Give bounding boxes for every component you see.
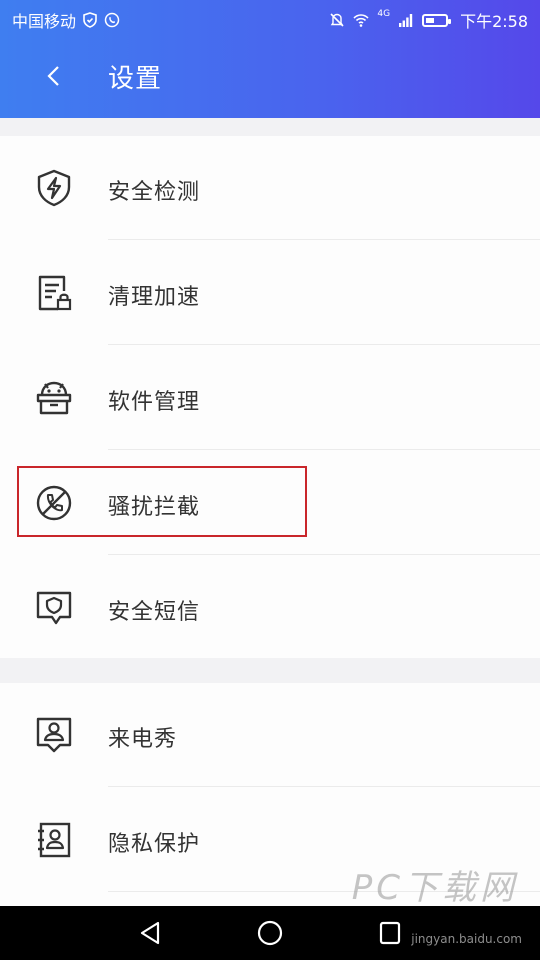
network-label: 4G (377, 9, 391, 19)
nav-back-icon[interactable] (136, 918, 166, 948)
signal-icon (399, 14, 413, 27)
settings-item-label: 清理加速 (108, 285, 201, 310)
watermark: PC下载网 (351, 868, 518, 908)
settings-item-label: 隐私保护 (108, 832, 201, 857)
navigation-bar: jingyan.baidu.com (0, 906, 540, 960)
watermark-url: jingyan.baidu.com (411, 932, 522, 946)
document-lock-icon (38, 275, 72, 311)
divider (108, 344, 540, 345)
settings-item-label: 安全检测 (108, 180, 201, 205)
page-title: 设置 (108, 64, 163, 94)
header: 中国移动 4G 下午2:58 设置 (0, 0, 540, 118)
call-status-icon (104, 12, 120, 28)
divider (108, 239, 540, 240)
battery-icon (422, 13, 452, 27)
settings-item-label: 软件管理 (108, 390, 201, 415)
nav-recents-icon[interactable] (375, 918, 405, 948)
status-bar: 中国移动 4G 下午2:58 (0, 0, 540, 36)
divider (108, 554, 540, 555)
settings-item-label: 来电秀 (108, 727, 178, 752)
back-arrow-icon (47, 66, 59, 86)
shield-status-icon (83, 12, 97, 28)
nav-home-icon[interactable] (255, 918, 285, 948)
settings-item-caller-show[interactable]: 来电秀 (0, 683, 540, 787)
mute-icon (330, 13, 344, 27)
android-box-icon (36, 381, 72, 415)
settings-item-app-manager[interactable]: 软件管理 (0, 346, 540, 450)
settings-group-1: 安全检测 清理加速 软件管理 骚扰拦截 安全短信 (0, 136, 540, 658)
status-time: 下午2:58 (460, 12, 528, 31)
highlight-box (17, 466, 307, 537)
divider (108, 786, 540, 787)
shield-bolt-icon (37, 169, 71, 207)
contact-book-icon (38, 822, 71, 858)
app-bar: 设置 (0, 36, 540, 118)
settings-item-secure-sms[interactable]: 安全短信 (0, 556, 540, 660)
divider (108, 449, 540, 450)
caller-show-icon (36, 717, 72, 753)
settings-item-security-check[interactable]: 安全检测 (0, 136, 540, 240)
settings-item-cleanup[interactable]: 清理加速 (0, 241, 540, 345)
wifi-icon (353, 14, 369, 27)
shield-message-icon (36, 591, 72, 625)
carrier-label: 中国移动 (12, 12, 77, 31)
settings-item-label: 安全短信 (108, 600, 201, 625)
back-button[interactable] (32, 54, 76, 98)
